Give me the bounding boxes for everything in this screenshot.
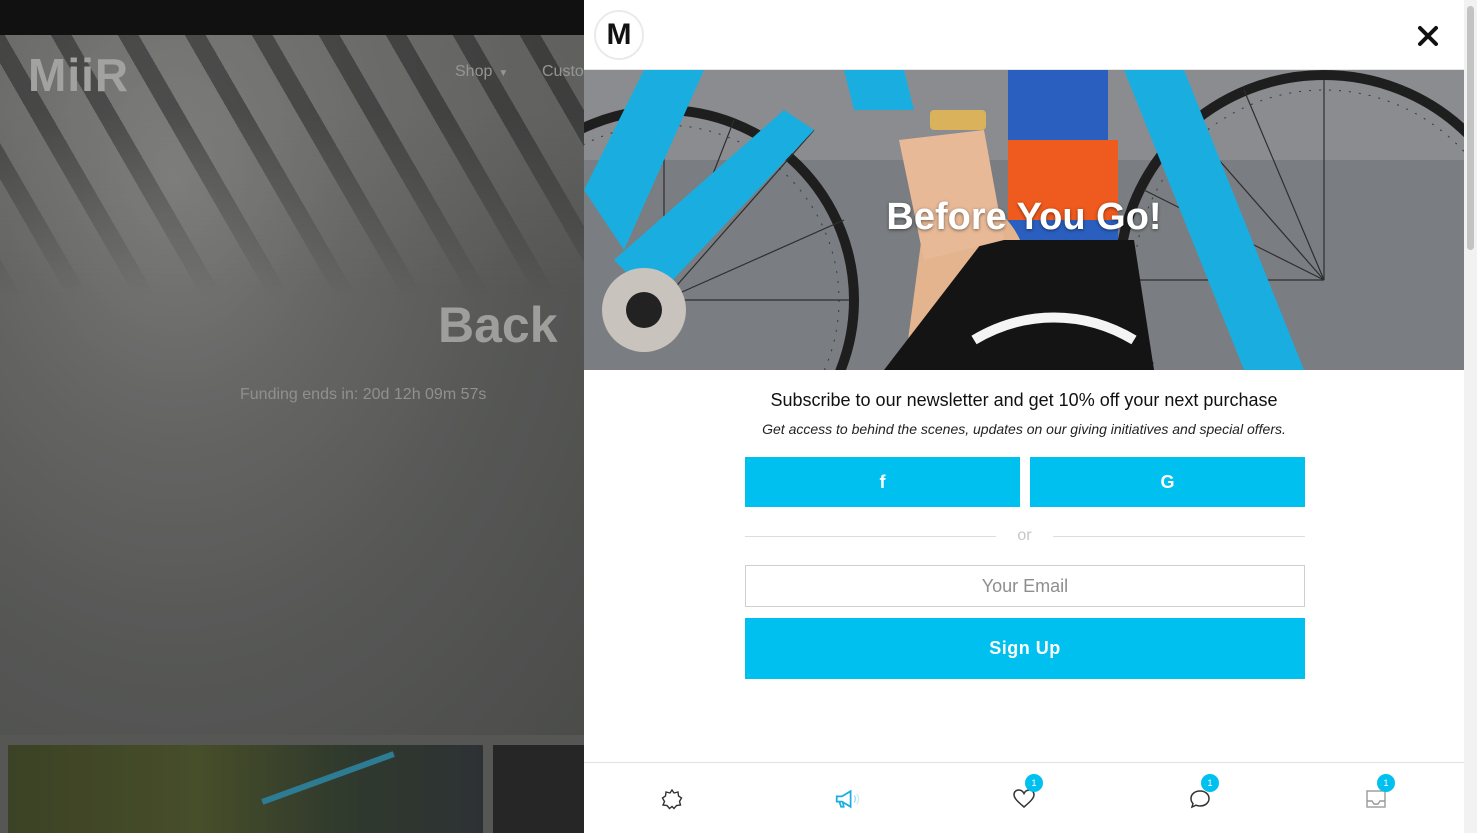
facebook-signup-button[interactable]: f <box>745 457 1020 507</box>
heart-icon: 1 <box>1011 773 1043 812</box>
bottom-tab-bar: 1 1 1 <box>584 762 1464 833</box>
modal-header: M <box>584 0 1464 70</box>
wishlist-count-badge: 1 <box>1025 773 1043 792</box>
settings-icon <box>659 786 685 812</box>
divider-line <box>745 536 996 537</box>
modal-backdrop[interactable] <box>0 35 584 833</box>
tab-wishlist[interactable]: 1 <box>936 763 1112 833</box>
tab-chat[interactable]: 1 <box>1112 763 1288 833</box>
newsletter-subline: Get access to behind the scenes, updates… <box>762 421 1286 437</box>
divider-line <box>1053 536 1305 537</box>
email-input[interactable] <box>745 565 1305 607</box>
scrollbar[interactable] <box>1464 0 1477 833</box>
inbox-count-badge: 1 <box>1377 773 1395 792</box>
page: MiiR Shop ▼ Custo Back Funding ends in: 2… <box>0 0 1477 833</box>
modal-banner-image: Before You Go! <box>584 70 1464 370</box>
chat-count-badge: 1 <box>1201 773 1219 792</box>
newsletter-modal: M Before You Go! Subscribe to our newsle… <box>584 0 1464 833</box>
tab-inbox[interactable]: 1 <box>1288 763 1464 833</box>
google-icon: G <box>1160 471 1175 492</box>
divider-or: or <box>1017 527 1032 544</box>
tab-announcements[interactable] <box>760 763 936 833</box>
close-button[interactable] <box>1410 18 1446 54</box>
megaphone-icon <box>835 786 861 812</box>
modal-title: Before You Go! <box>886 196 1162 238</box>
brand-badge: M <box>594 10 644 60</box>
sign-up-button[interactable]: Sign Up <box>745 618 1305 679</box>
chat-icon: 1 <box>1187 773 1219 812</box>
google-signup-button[interactable]: G <box>1030 457 1305 507</box>
close-icon <box>1418 26 1438 46</box>
newsletter-headline: Subscribe to our newsletter and get 10% … <box>770 390 1278 410</box>
scrollbar-thumb[interactable] <box>1467 6 1474 250</box>
facebook-icon: f <box>879 471 886 492</box>
tab-settings[interactable] <box>584 763 760 833</box>
inbox-icon: 1 <box>1363 773 1395 812</box>
